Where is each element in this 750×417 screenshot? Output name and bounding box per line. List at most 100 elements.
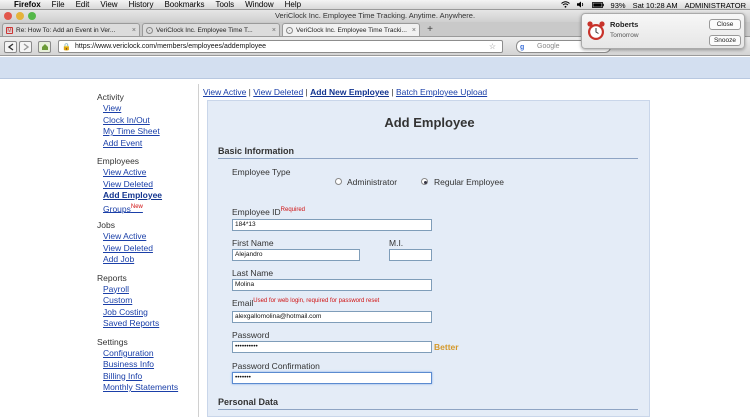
- alarm-clock-icon: [587, 21, 605, 40]
- employee-id-label: Employee IDRequired: [232, 207, 305, 217]
- forward-button[interactable]: [19, 41, 32, 53]
- close-notification-button[interactable]: Close: [709, 19, 741, 30]
- view-deleted-link[interactable]: View Deleted: [253, 87, 303, 97]
- required-note: Required: [280, 207, 306, 214]
- gmail-icon: M: [6, 26, 13, 34]
- first-name-label: First Name: [232, 238, 274, 248]
- employee-id-field[interactable]: 184*13: [232, 219, 432, 231]
- sidebar-item-groups[interactable]: GroupsNew: [97, 202, 197, 213]
- tab-vericlock-1[interactable]: · VeriClock Inc. Employee Time T... ×: [142, 23, 280, 36]
- tab-vericlock-active[interactable]: · VeriClock Inc. Employee Time Tracki...…: [282, 23, 420, 36]
- forward-arrow-icon: [23, 43, 29, 51]
- sidebar-item-add-job[interactable]: Add Job: [97, 254, 197, 266]
- employee-type-label: Employee Type: [232, 167, 291, 177]
- administrator-radio-label[interactable]: Administrator: [347, 177, 397, 187]
- sidebar-item-add-event[interactable]: Add Event: [97, 138, 197, 150]
- view-active-link[interactable]: View Active: [203, 87, 246, 97]
- password-confirmation-field[interactable]: •••••••: [232, 372, 432, 384]
- employee-id-label-text: Employee ID: [232, 207, 281, 217]
- close-tab-icon[interactable]: ×: [412, 27, 416, 34]
- battery-percent: 93%: [610, 0, 626, 10]
- bookmark-star-icon[interactable]: ☆: [489, 41, 496, 52]
- sidebar-item-add-employee[interactable]: Add Employee: [97, 190, 197, 202]
- administrator-radio[interactable]: [335, 178, 342, 185]
- sidebar-item-my-time-sheet[interactable]: My Time Sheet: [97, 126, 197, 138]
- email-field[interactable]: alexgallomolina@hotmail.com: [232, 311, 432, 323]
- battery-icon[interactable]: [591, 1, 604, 10]
- tab-label: VeriClock Inc. Employee Time T...: [156, 26, 253, 34]
- add-new-employee-link[interactable]: Add New Employee: [310, 87, 389, 97]
- sidebar-item-view[interactable]: View: [97, 103, 197, 115]
- new-tab-button[interactable]: +: [424, 24, 436, 36]
- user-menu[interactable]: ADMINISTRATOR: [685, 1, 746, 10]
- password-field[interactable]: ••••••••••: [232, 341, 432, 353]
- close-window-icon[interactable]: [4, 12, 12, 20]
- volume-icon[interactable]: [576, 1, 585, 10]
- back-arrow-icon: [7, 43, 13, 51]
- sidebar-item-configuration[interactable]: Configuration: [97, 348, 197, 360]
- sidebar-item-employees-view-deleted[interactable]: View Deleted: [97, 179, 197, 191]
- email-note: Used for web login, required for passwor…: [253, 298, 380, 305]
- password-confirmation-label: Password Confirmation: [232, 361, 320, 371]
- content-divider: [198, 84, 199, 417]
- menu-file[interactable]: File: [52, 0, 65, 9]
- close-tab-icon[interactable]: ×: [272, 27, 276, 34]
- sidebar-item-jobs-view-deleted[interactable]: View Deleted: [97, 243, 197, 255]
- email-label: EmailUsed for web login, required for pa…: [232, 298, 379, 308]
- url-bar[interactable]: 🔒 https://www.vericlock.com/members/empl…: [58, 40, 503, 53]
- menu-edit[interactable]: Edit: [76, 0, 90, 9]
- regular-employee-radio[interactable]: [421, 178, 428, 185]
- sidebar-heading-jobs: Jobs: [97, 220, 115, 230]
- sidebar-item-monthly-statements[interactable]: Monthly Statements: [97, 382, 197, 394]
- menu-window[interactable]: Window: [245, 0, 273, 9]
- tab-label: VeriClock Inc. Employee Time Tracki...: [296, 26, 407, 34]
- menu-bookmarks[interactable]: Bookmarks: [164, 0, 204, 9]
- site-header-band: [0, 57, 750, 79]
- close-tab-icon[interactable]: ×: [132, 27, 136, 34]
- zoom-window-icon[interactable]: [28, 12, 36, 20]
- menu-history[interactable]: History: [129, 0, 154, 9]
- batch-upload-link[interactable]: Batch Employee Upload: [396, 87, 487, 97]
- menu-firefox[interactable]: Firefox: [14, 0, 41, 9]
- sidebar-item-employees-view-active[interactable]: View Active: [97, 167, 197, 179]
- email-label-text: Email: [232, 298, 254, 308]
- menu-view[interactable]: View: [100, 0, 117, 9]
- tab-label: Re: How To: Add an Event in Ver...: [16, 26, 116, 34]
- sidebar-heading-reports: Reports: [97, 272, 127, 283]
- reminder-notification: Roberts Tomorrow Close Snooze: [581, 13, 745, 49]
- back-button[interactable]: [4, 41, 17, 53]
- sidebar-heading-employees: Employees: [97, 156, 140, 166]
- window-title: VeriClock Inc. Employee Time Tracking. A…: [274, 11, 476, 20]
- sidebar-item-business-info[interactable]: Business Info: [97, 359, 197, 371]
- minimize-window-icon[interactable]: [16, 12, 24, 20]
- home-icon: [41, 44, 48, 50]
- menu-help[interactable]: Help: [285, 0, 301, 9]
- last-name-label: Last Name: [232, 268, 274, 278]
- sidebar-item-jobs-view-active[interactable]: View Active: [97, 231, 197, 243]
- sidebar-item-payroll[interactable]: Payroll: [97, 284, 197, 296]
- sidebar-item-clock-in-out[interactable]: Clock In/Out: [97, 115, 197, 127]
- search-placeholder: Google: [537, 43, 560, 50]
- sidebar-item-job-costing[interactable]: Job Costing: [97, 307, 197, 319]
- sidebar-heading-settings: Settings: [97, 336, 128, 347]
- menu-tools[interactable]: Tools: [215, 0, 234, 9]
- last-name-field[interactable]: Molina: [232, 279, 432, 291]
- sidebar-item-custom[interactable]: Custom: [97, 295, 197, 307]
- middle-initial-label: M.I.: [389, 238, 404, 248]
- add-employee-form: Add Employee Basic Information Employee …: [207, 100, 650, 417]
- page-title: Add Employee: [384, 115, 475, 130]
- middle-initial-field[interactable]: [389, 249, 432, 261]
- sidebar-item-billing-info[interactable]: Billing Info: [97, 371, 197, 383]
- regular-employee-radio-label[interactable]: Regular Employee: [434, 177, 504, 187]
- window-controls: [4, 12, 36, 20]
- first-name-field[interactable]: Alejandro: [232, 249, 360, 261]
- url-text: https://www.vericlock.com/members/employ…: [75, 43, 267, 50]
- tab-gmail[interactable]: M Re: How To: Add an Event in Ver... ×: [2, 23, 140, 36]
- snooze-button[interactable]: Snooze: [709, 35, 741, 46]
- clock-text[interactable]: Sat 10:28 AM: [633, 1, 678, 10]
- wifi-icon[interactable]: [560, 0, 570, 10]
- home-button[interactable]: [38, 41, 51, 53]
- sidebar-item-saved-reports[interactable]: Saved Reports: [97, 318, 197, 330]
- employee-subnav: View Active | View Deleted | Add New Emp…: [203, 87, 488, 97]
- google-icon: g: [520, 44, 525, 51]
